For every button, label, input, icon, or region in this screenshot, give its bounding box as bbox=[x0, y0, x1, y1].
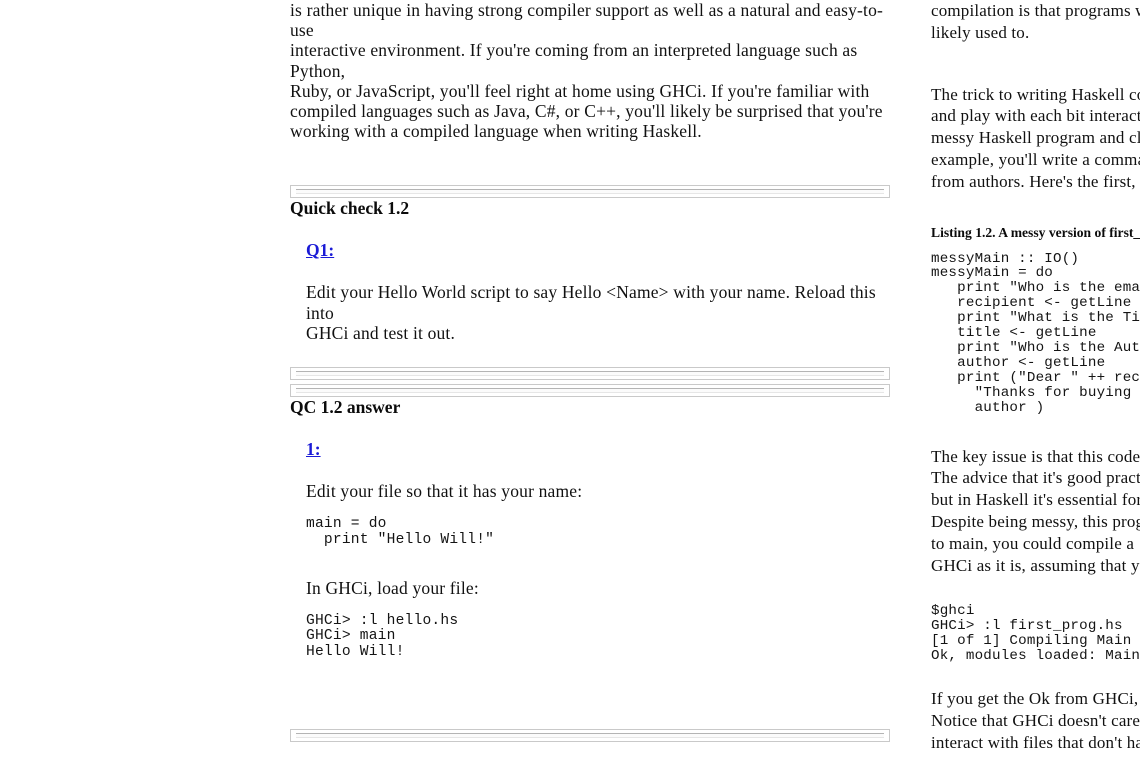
right-p4-line2: Notice that GHCi doesn't care i bbox=[931, 710, 1140, 730]
intro-paragraph: is rather unique in having strong compil… bbox=[290, 0, 890, 141]
qc-answer-title: QC 1.2 answer bbox=[290, 397, 401, 418]
right-p2-line2: and play with each bit interacti bbox=[931, 106, 1140, 126]
right-p1-line1: compilation is that programs w bbox=[931, 1, 1140, 20]
quick-check-body: Q1: Edit your Hello World script to say … bbox=[290, 218, 890, 343]
intro-line-4: compiled languages such as Java, C#, or … bbox=[290, 101, 883, 122]
qc-answer-body: 1: Edit your file so that it has your na… bbox=[290, 417, 890, 660]
quick-check-bottom-rule bbox=[290, 367, 890, 381]
left-paragraph-1: ng GHCi> for lines you input and a ng to… bbox=[0, 24, 270, 85]
quick-check-question: Edit your Hello World script to say Hell… bbox=[306, 282, 890, 343]
right-column: compilation is that programs w likely us… bbox=[931, 0, 1140, 763]
left-paragraph-3: efinitions needed to be prefaced with ny… bbox=[0, 407, 270, 447]
ghci-session-code-1: $ghci GHCi> :l first_prog.hs [1 of 1] Co… bbox=[931, 603, 1140, 665]
right-paragraph-1: compilation is that programs w likely us… bbox=[931, 0, 1140, 44]
right-p3-line3: but in Haskell it's essential for v bbox=[931, 490, 1140, 510]
qc-answer-bottom-rule bbox=[290, 728, 890, 742]
right-paragraph-3: The key issue is that this code is The a… bbox=[931, 446, 1140, 577]
right-p4-line3: interact with files that don't hav bbox=[931, 732, 1140, 752]
right-p3-line1: The key issue is that this code is bbox=[931, 446, 1140, 466]
quick-check-title: Quick check 1.2 bbox=[290, 198, 410, 219]
qc-question-line-1: Edit your Hello World script to say Hell… bbox=[306, 282, 876, 323]
right-p3-line5: to main, you could compile a bbox=[931, 533, 1135, 553]
left-column: ng GHCi> for lines you input and a ng to… bbox=[0, 0, 270, 763]
intro-line-2: interactive environment. If you're comin… bbox=[290, 40, 858, 81]
right-p3-line4: Despite being messy, this progr bbox=[931, 511, 1140, 531]
right-p3-line6: GHCi as it is, assuming that yo bbox=[931, 555, 1140, 575]
left-paragraph-2: rpreters in most interpreted t can be us… bbox=[0, 183, 270, 223]
listing-1-2-code: messyMain :: IO() messyMain = do print "… bbox=[931, 250, 1140, 416]
right-p4-line1: If you get the Ok from GHCi, y bbox=[931, 688, 1140, 708]
qc-answer-lead-1: Edit your file so that it has your name: bbox=[306, 481, 583, 502]
qc-answer-top-rule bbox=[290, 384, 890, 398]
answer-link-1[interactable]: 1: bbox=[306, 439, 321, 460]
document-page: ng GHCi> for lines you input and a ng to… bbox=[0, 0, 1140, 763]
right-p2-line1: The trick to writing Haskell coc bbox=[931, 84, 1140, 104]
question-link-q1[interactable]: Q1: bbox=[306, 240, 334, 261]
right-p2-line5: from authors. Here's the first, p bbox=[931, 171, 1140, 191]
right-paragraph-4: If you get the Ok from GHCi, y Notice th… bbox=[931, 688, 1140, 753]
right-p1-line2: likely used to. bbox=[931, 22, 1030, 42]
left-paragraph-4: programs that you're writing. There firs… bbox=[0, 567, 270, 607]
right-p2-line3: messy Haskell program and cle bbox=[931, 128, 1140, 148]
middle-column: is rather unique in having strong compil… bbox=[290, 0, 890, 763]
intro-line-5: working with a compiled language when wr… bbox=[290, 121, 702, 142]
intro-line-3: Ruby, or JavaScript, you'll feel right a… bbox=[290, 80, 870, 101]
qc-answer-code-1: main = do print "Hello Will!" bbox=[306, 516, 495, 548]
right-paragraph-2: The trick to writing Haskell coc and pla… bbox=[931, 84, 1140, 193]
quick-check-top-rule bbox=[290, 185, 890, 199]
qc-question-line-2: GHCi and test it out. bbox=[306, 322, 456, 343]
left-paragraph-5: the interactive session: bbox=[0, 729, 270, 749]
right-p3-line2: The advice that it's good practic bbox=[931, 468, 1140, 488]
intro-line-1: is rather unique in having strong compil… bbox=[290, 0, 884, 41]
qc-answer-code-2: GHCi> :l hello.hs GHCi> main Hello Will! bbox=[306, 613, 459, 660]
qc-answer-lead-2: In GHCi, load your file: bbox=[306, 577, 479, 598]
right-p2-line4: example, you'll write a commar bbox=[931, 149, 1140, 169]
listing-1-2-title: Listing 1.2. A messy version of first_pr… bbox=[931, 224, 1140, 240]
